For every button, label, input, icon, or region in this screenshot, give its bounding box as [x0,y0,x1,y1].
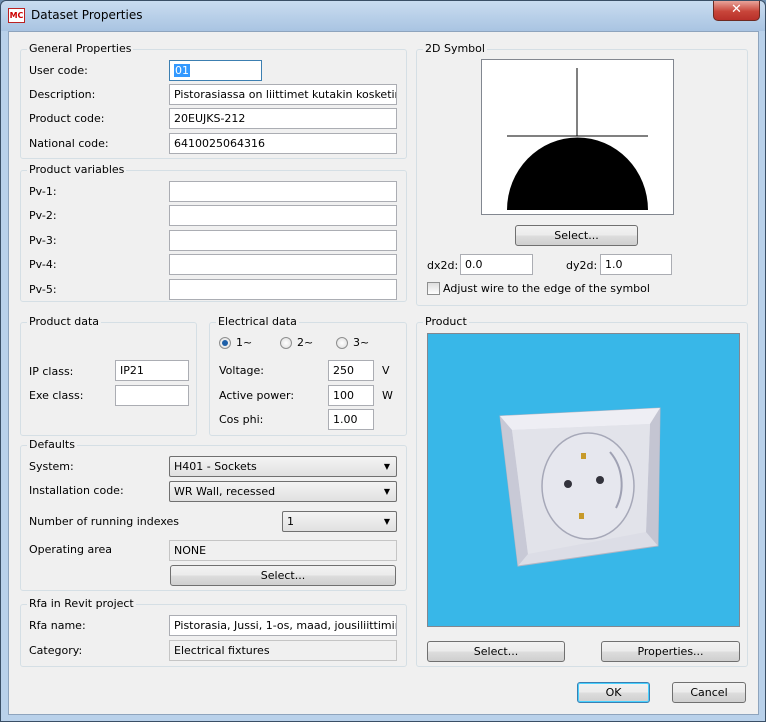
installation-code-label: Installation code: [29,484,124,497]
chevron-down-icon: ▼ [383,487,391,496]
group-title: Defaults [27,438,77,452]
pv-4-input[interactable] [169,254,397,275]
pv-1-input[interactable] [169,181,397,202]
installation-code-dropdown[interactable]: WR Wall, recessed ▼ [169,481,397,502]
national-code-input[interactable]: 6410025064316 [169,133,397,154]
symbol-2d-group: 2D Symbol Select... dx2d: 0.0 dy2d: 1.0 … [416,42,748,306]
voltage-input[interactable]: 250 [328,360,374,381]
description-label: Description: [29,88,96,101]
dialog-window: MC Dataset Properties ✕ General Properti… [0,0,766,722]
close-button[interactable]: ✕ [713,1,760,21]
voltage-unit: V [382,364,390,377]
active-power-input[interactable]: 100 [328,385,374,406]
dx2d-label: dx2d: [427,259,459,272]
group-title: Product data [27,315,102,329]
running-indexes-value: 1 [287,515,294,528]
group-title: Product [423,315,469,329]
phase-2-radio[interactable] [280,337,292,349]
phase-2-label: 2~ [297,336,314,349]
rfa-name-label: Rfa name: [29,619,86,632]
rfa-group: Rfa in Revit project Rfa name: Pistorasi… [20,597,407,667]
ok-button[interactable]: OK [577,682,650,703]
ip-class-input[interactable]: IP21 [115,360,189,381]
defaults-group: Defaults System: H401 - Sockets ▼ Install… [20,438,407,591]
exe-class-label: Exe class: [29,389,84,402]
category-field: Electrical fixtures [169,640,397,661]
adjust-wire-checkbox[interactable] [427,282,440,295]
product-3d-view[interactable] [427,333,740,627]
symbol-preview [481,59,674,215]
dx2d-input[interactable]: 0.0 [460,254,533,275]
ip-class-label: IP class: [29,365,74,378]
group-title: Rfa in Revit project [27,597,136,611]
general-properties-group: General Properties User code: 01 Descrip… [20,42,407,159]
system-label: System: [29,460,74,473]
socket-symbol-icon [507,68,648,210]
phase-1-label: 1~ [236,336,253,349]
running-indexes-label: Number of running indexes [29,515,179,528]
product-group: Product Select... Properties... [416,315,748,667]
running-indexes-dropdown[interactable]: 1 ▼ [282,511,397,532]
pv-3-input[interactable] [169,230,397,251]
phase-1-radio[interactable] [219,337,231,349]
dy2d-label: dy2d: [566,259,598,272]
pv-4-label: Pv-4: [29,258,57,271]
pv-5-input[interactable] [169,279,397,300]
installation-code-value: WR Wall, recessed [174,485,276,498]
chevron-down-icon: ▼ [383,462,391,471]
description-input[interactable]: Pistorasiassa on liittimet kutakin koske… [169,84,397,105]
cancel-button[interactable]: Cancel [672,682,746,703]
electrical-data-group: Electrical data 1~ 2~ 3~ Voltage: 250 V … [209,315,407,436]
rfa-name-input[interactable]: Pistorasia, Jussi, 1-os, maad, jousiliit… [169,615,397,636]
defaults-select-button[interactable]: Select... [170,565,396,586]
pv-2-label: Pv-2: [29,209,57,222]
product-properties-button[interactable]: Properties... [601,641,740,662]
system-value: H401 - Sockets [174,460,257,473]
cos-phi-input[interactable]: 1.00 [328,409,374,430]
operating-area-field: NONE [169,540,397,561]
category-label: Category: [29,644,83,657]
window-title: Dataset Properties [31,8,143,22]
user-code-input[interactable]: 01 [169,60,262,81]
dy2d-input[interactable]: 1.0 [600,254,672,275]
app-icon: MC [8,8,25,23]
wall-socket-image [499,407,661,567]
voltage-label: Voltage: [219,364,264,377]
product-variables-group: Product variables Pv-1: Pv-2: Pv-3: Pv-4… [20,163,407,302]
group-title: Product variables [27,163,127,177]
adjust-wire-label: Adjust wire to the edge of the symbol [443,282,650,295]
pv-2-input[interactable] [169,205,397,226]
user-code-value: 01 [174,64,190,77]
power-unit: W [382,389,393,402]
active-power-label: Active power: [219,389,295,402]
group-title: Electrical data [216,315,299,329]
operating-area-label: Operating area [29,543,113,556]
product-code-label: Product code: [29,112,105,125]
symbol-select-button[interactable]: Select... [515,225,638,246]
chevron-down-icon: ▼ [383,517,391,526]
phase-3-label: 3~ [353,336,370,349]
product-select-button[interactable]: Select... [427,641,565,662]
pv-3-label: Pv-3: [29,234,57,247]
system-dropdown[interactable]: H401 - Sockets ▼ [169,456,397,477]
dialog-body: General Properties User code: 01 Descrip… [8,31,759,715]
national-code-label: National code: [29,137,109,150]
phase-3-radio[interactable] [336,337,348,349]
pv-5-label: Pv-5: [29,283,57,296]
cos-phi-label: Cos phi: [219,413,264,426]
product-code-input[interactable]: 20EUJKS-212 [169,108,397,129]
close-icon: ✕ [731,2,742,17]
group-title: 2D Symbol [423,42,487,56]
user-code-label: User code: [29,64,88,77]
pv-1-label: Pv-1: [29,185,57,198]
exe-class-input[interactable] [115,385,189,406]
title-bar[interactable]: MC Dataset Properties ✕ [1,1,765,31]
group-title: General Properties [27,42,134,56]
product-data-group: Product data IP class: IP21 Exe class: [20,315,197,436]
